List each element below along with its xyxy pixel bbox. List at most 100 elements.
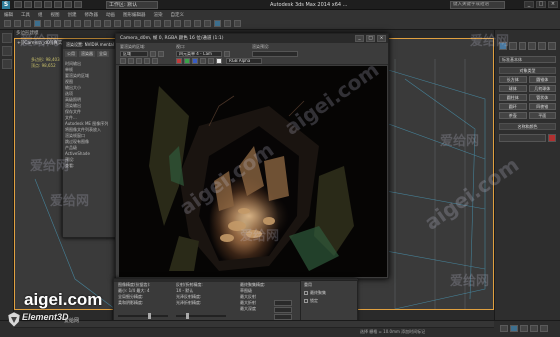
clone-window-icon[interactable] (136, 58, 142, 64)
copy-image-icon[interactable] (128, 58, 134, 64)
go-to-start-icon[interactable] (500, 325, 508, 332)
final-gather-checkbox[interactable] (304, 291, 308, 295)
scale-icon[interactable] (94, 20, 101, 27)
mirror-icon[interactable] (154, 20, 161, 27)
display-tab-icon[interactable] (538, 42, 547, 50)
maximize-icon[interactable]: □ (366, 35, 375, 42)
menu-item[interactable]: 自定义 (171, 12, 185, 18)
alpha-channel-icon[interactable] (200, 58, 206, 64)
render-preset-select[interactable] (252, 51, 298, 57)
curve-editor-icon[interactable] (184, 20, 191, 27)
green-channel-icon[interactable] (184, 58, 190, 64)
move-icon[interactable] (74, 20, 81, 27)
object-type-button[interactable]: 球体 (499, 85, 527, 92)
percent-snap-icon[interactable] (144, 20, 151, 27)
close-icon[interactable]: × (377, 35, 386, 42)
auto-region-icon[interactable] (158, 51, 164, 57)
workspace-dropdown[interactable]: 工作区: 默认 (106, 1, 158, 9)
render-setup-title[interactable]: 渲染设置: NVIDIA mental ray (63, 41, 121, 49)
print-icon[interactable] (144, 58, 150, 64)
bind-warp-icon[interactable] (24, 20, 31, 27)
channel-display-select[interactable]: RGB Alpha (226, 58, 262, 64)
object-type-button[interactable]: 茶壶 (499, 112, 527, 119)
monochrome-icon[interactable] (208, 58, 214, 64)
object-type-button[interactable]: 长方体 (499, 76, 527, 83)
undo-icon[interactable] (44, 1, 52, 8)
frame-window-titlebar[interactable]: Camera_d0m, 帧 0, RGBA 颜色 16 位/通道 (1:1) _… (116, 34, 388, 43)
hierarchy-tab-icon[interactable] (518, 42, 527, 50)
final-gather-option[interactable]: 最终聚集 (301, 289, 357, 297)
render-icon[interactable] (234, 20, 241, 27)
redo-icon[interactable] (54, 1, 62, 8)
ref-coord-icon[interactable] (104, 20, 111, 27)
menu-item[interactable]: 工具 (21, 12, 30, 18)
clear-icon[interactable] (152, 58, 158, 64)
ribbon-tab-label[interactable]: 多边形建模 (16, 30, 39, 36)
area-to-render-select[interactable]: 区域 (120, 51, 148, 57)
new-file-icon[interactable] (14, 1, 22, 8)
select-by-name-icon[interactable] (44, 20, 51, 27)
search-input[interactable]: 键入关键字或短语 (450, 1, 505, 9)
close-icon[interactable]: × (548, 1, 558, 8)
zoom-icon[interactable] (530, 325, 538, 332)
max-reflect-field[interactable] (274, 300, 292, 306)
save-file-icon[interactable] (34, 1, 42, 8)
play-icon[interactable] (510, 325, 518, 332)
rotate-icon[interactable] (84, 20, 91, 27)
hold-icon[interactable] (64, 1, 72, 8)
select-object-icon[interactable] (34, 20, 41, 27)
render-setup-tab[interactable]: 公用 (65, 51, 77, 57)
minimize-icon[interactable]: _ (524, 1, 534, 8)
object-category-dropdown[interactable]: 标准基本体 (499, 56, 556, 63)
layer-icon[interactable] (174, 20, 181, 27)
edit-region-icon[interactable] (150, 51, 156, 57)
select-link-icon[interactable] (4, 20, 11, 27)
red-channel-icon[interactable] (176, 58, 182, 64)
ribbon-tool-icon[interactable] (2, 59, 12, 69)
utilities-tab-icon[interactable] (548, 42, 556, 50)
go-to-end-icon[interactable] (520, 325, 528, 332)
blue-channel-icon[interactable] (192, 58, 198, 64)
snap-icon[interactable] (124, 20, 131, 27)
pan-icon[interactable] (540, 325, 548, 332)
rect-select-icon[interactable] (54, 20, 61, 27)
glossy-reflect-slider[interactable] (176, 313, 226, 319)
material-editor-icon[interactable] (204, 20, 211, 27)
save-image-icon[interactable] (120, 58, 126, 64)
object-type-button[interactable]: 几何球体 (528, 85, 556, 92)
window-crossing-icon[interactable] (64, 20, 71, 27)
ribbon-tool-icon[interactable] (2, 46, 12, 56)
object-name-field[interactable] (499, 134, 546, 142)
menu-item[interactable]: 创建 (68, 12, 77, 18)
3dsmax-logo-icon[interactable]: S (2, 1, 10, 9)
render-setup-icon[interactable] (214, 20, 221, 27)
lock-checkbox[interactable] (304, 299, 308, 303)
menu-item[interactable]: 图形编辑器 (123, 12, 146, 18)
menu-item[interactable]: 动画 (106, 12, 115, 18)
menu-item[interactable]: 视图 (51, 12, 60, 18)
render-setup-tab[interactable]: 渲染器 (79, 51, 95, 57)
object-type-button[interactable]: 四棱锥 (528, 103, 556, 110)
lock-viewport-icon[interactable] (224, 51, 230, 57)
create-tab-icon[interactable] (499, 42, 507, 50)
modify-tab-icon[interactable] (508, 42, 517, 50)
menu-item[interactable]: 组 (38, 12, 43, 18)
object-type-rollout[interactable]: 对象类型 (499, 67, 556, 74)
render-setup-tab[interactable]: 全局 (97, 51, 109, 57)
minimize-icon[interactable]: _ (355, 35, 364, 42)
object-type-button[interactable]: 管状体 (528, 94, 556, 101)
object-type-button[interactable]: 平面 (528, 112, 556, 119)
menu-item[interactable]: 修改器 (85, 12, 99, 18)
fetch-icon[interactable] (74, 1, 82, 8)
ribbon-tool-icon[interactable] (2, 33, 12, 43)
lock-option[interactable]: 锁定 (301, 297, 357, 305)
object-type-button[interactable]: 圆环 (499, 103, 527, 110)
object-type-button[interactable]: 圆锥体 (528, 76, 556, 83)
object-color-swatch[interactable] (548, 134, 556, 142)
maximize-icon[interactable]: □ (536, 1, 546, 8)
schematic-icon[interactable] (194, 20, 201, 27)
motion-tab-icon[interactable] (528, 42, 537, 50)
viewport-select[interactable]: 四元菜单 4 - Cam (176, 51, 222, 57)
rendered-frame-icon[interactable] (224, 20, 231, 27)
unlink-icon[interactable] (14, 20, 21, 27)
